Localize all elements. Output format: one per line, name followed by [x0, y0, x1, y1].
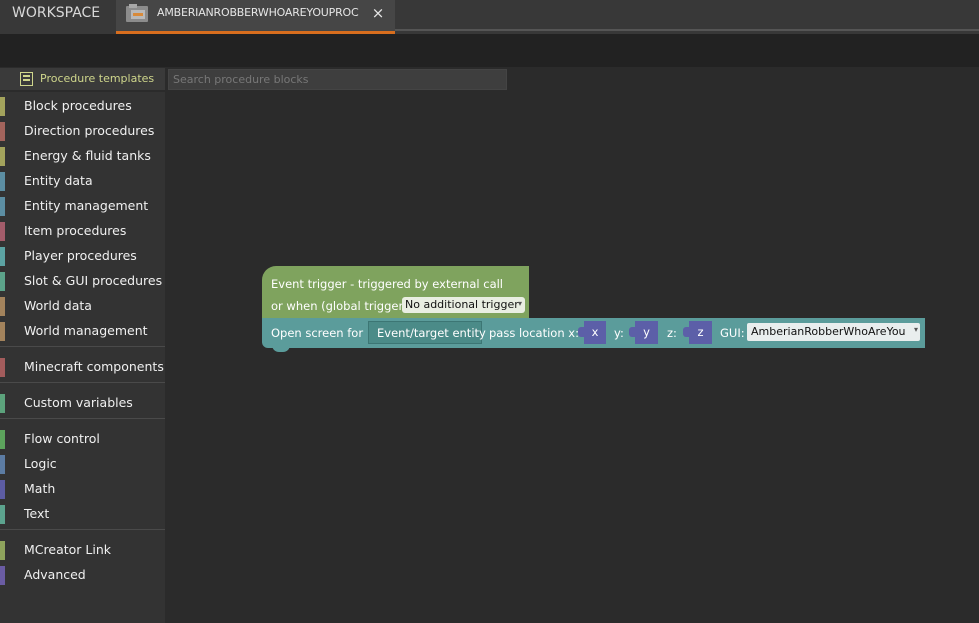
close-icon[interactable]: × [371, 5, 385, 21]
sidebar-category-label: Minecraft components [24, 359, 164, 374]
sidebar-category-item-procedures[interactable]: Item procedures [0, 220, 165, 242]
x-value: x [591, 325, 599, 339]
sidebar-category-mcreator-link[interactable]: MCreator Link [0, 539, 165, 561]
template-icon [20, 72, 33, 86]
toolbar [0, 34, 979, 67]
category-color-swatch [0, 394, 5, 413]
pass-location-label: pass location x: [489, 326, 579, 340]
category-color-swatch [0, 430, 5, 449]
y-input-block[interactable]: y [629, 321, 658, 344]
category-color-swatch [0, 541, 5, 560]
category-color-swatch [0, 358, 5, 377]
open-screen-block[interactable]: Open screen for Event/target entity pass… [262, 318, 925, 348]
category-color-swatch [0, 247, 5, 266]
gui-value: AmberianRobberWhoAreYou [751, 325, 906, 338]
category-color-swatch [0, 222, 5, 241]
tab-strip-divider [395, 29, 979, 31]
sidebar-category-label: MCreator Link [24, 542, 111, 557]
category-color-swatch [0, 122, 5, 141]
sidebar-category-math[interactable]: Math [0, 478, 165, 500]
gui-label: GUI: [720, 326, 745, 340]
block-category-sidebar: Block procedures Direction procedures Ener… [0, 92, 165, 623]
sidebar-category-label: World data [24, 298, 92, 313]
sidebar-category-label: Advanced [24, 567, 86, 582]
category-color-swatch [0, 297, 5, 316]
sidebar-category-block-procedures[interactable]: Block procedures [0, 95, 165, 117]
sidebar-separator [0, 346, 165, 347]
tab-procedure[interactable]: AMBERIANROBBERWHOAREYOUPROC × [116, 0, 395, 34]
sidebar-category-label: Block procedures [24, 98, 132, 113]
category-color-swatch [0, 455, 5, 474]
sidebar-category-advanced[interactable]: Advanced [0, 564, 165, 586]
y-label: y: [614, 326, 624, 340]
sidebar-category-energy-fluid-tanks[interactable]: Energy & fluid tanks [0, 145, 165, 167]
gui-dropdown[interactable]: AmberianRobberWhoAreYou ▾ [747, 323, 920, 341]
z-label: z: [667, 326, 677, 340]
sidebar-category-label: Entity management [24, 198, 149, 213]
tab-workspace[interactable]: WORKSPACE [0, 0, 116, 28]
sidebar-category-flow-control[interactable]: Flow control [0, 428, 165, 450]
sidebar-category-label: Item procedures [24, 223, 127, 238]
event-trigger-text: Event trigger - triggered by external ca… [271, 277, 504, 291]
category-color-swatch [0, 97, 5, 116]
sidebar-category-label: Slot & GUI procedures [24, 273, 163, 288]
sidebar-category-label: Math [24, 481, 56, 496]
sidebar-category-entity-management[interactable]: Entity management [0, 195, 165, 217]
global-trigger-label: or when (global trigger): [271, 299, 412, 313]
sidebar-category-text[interactable]: Text [0, 503, 165, 525]
sidebar-category-player-procedures[interactable]: Player procedures [0, 245, 165, 267]
entity-value: Event/target entity [377, 326, 486, 340]
event-trigger-block[interactable]: Event trigger - triggered by external ca… [262, 266, 529, 319]
category-color-swatch [0, 505, 5, 524]
sidebar-category-label: Custom variables [24, 395, 133, 410]
search-input[interactable] [168, 69, 507, 90]
sidebar-category-label: Player procedures [24, 248, 137, 263]
category-color-swatch [0, 197, 5, 216]
folder-icon [126, 4, 148, 22]
sidebar-category-minecraft-components[interactable]: Minecraft components [0, 356, 165, 378]
sidebar-category-label: Text [24, 506, 50, 521]
tab-bar: WORKSPACE AMBERIANROBBERWHOAREYOUPROC × [0, 0, 979, 34]
sidebar-category-world-data[interactable]: World data [0, 295, 165, 317]
app-window: WORKSPACE AMBERIANROBBERWHOAREYOUPROC × … [0, 0, 979, 623]
category-color-swatch [0, 566, 5, 585]
procedure-templates-label: Procedure templates [40, 72, 155, 85]
category-color-swatch [0, 322, 5, 341]
tab-label: AMBERIANROBBERWHOAREYOUPROC [157, 6, 359, 19]
sidebar-category-entity-data[interactable]: Entity data [0, 170, 165, 192]
sidebar-category-label: World management [24, 323, 148, 338]
category-color-swatch [0, 147, 5, 166]
sidebar-category-logic[interactable]: Logic [0, 453, 165, 475]
sidebar-separator [0, 382, 165, 383]
sidebar-category-world-management[interactable]: World management [0, 320, 165, 342]
sidebar-separator [0, 418, 165, 419]
category-color-swatch [0, 272, 5, 291]
blockly-workspace[interactable] [165, 92, 979, 623]
procedure-templates-button[interactable]: Procedure templates [0, 68, 165, 90]
entity-input-block[interactable]: Event/target entity [368, 321, 486, 344]
sidebar-category-label: Energy & fluid tanks [24, 148, 151, 163]
sidebar-category-label: Flow control [24, 431, 100, 446]
global-trigger-value: No additional trigger [405, 298, 519, 311]
sidebar-category-custom-variables[interactable]: Custom variables [0, 392, 165, 414]
dropdown-arrow-icon: ▾ [517, 299, 522, 308]
sidebar-category-label: Direction procedures [24, 123, 155, 138]
category-color-swatch [0, 172, 5, 191]
sidebar-category-label: Logic [24, 456, 57, 471]
z-input-block[interactable]: z [683, 321, 712, 344]
open-screen-label: Open screen for [271, 326, 364, 340]
y-value: y [643, 325, 650, 339]
sidebar-separator [0, 529, 165, 530]
dropdown-arrow-icon: ▾ [913, 325, 918, 334]
sidebar-category-label: Entity data [24, 173, 93, 188]
sidebar-category-direction-procedures[interactable]: Direction procedures [0, 120, 165, 142]
category-color-swatch [0, 480, 5, 499]
sidebar-category-slot-gui-procedures[interactable]: Slot & GUI procedures [0, 270, 165, 292]
global-trigger-dropdown[interactable]: No additional trigger ▾ [402, 297, 525, 313]
x-input-block[interactable]: x [578, 321, 606, 344]
z-value: z [697, 325, 704, 339]
